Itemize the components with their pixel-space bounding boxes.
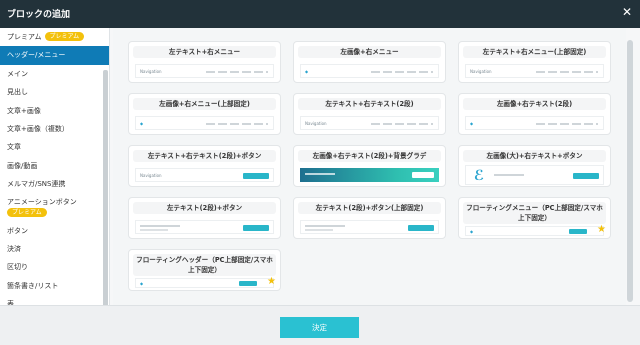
block-card[interactable]: 左画像+右テキスト(2段) ◆ xyxy=(458,93,611,135)
block-title: 左テキスト+右テキスト(2段)+ボタン xyxy=(133,150,276,162)
sidebar-item-main[interactable]: メイン xyxy=(0,65,109,83)
confirm-button[interactable]: 決定 xyxy=(280,317,359,338)
sidebar-item-label: 決済 xyxy=(7,244,21,253)
content-scrollbar[interactable] xyxy=(627,40,633,302)
close-icon[interactable]: ✕ xyxy=(622,5,632,19)
sidebar-item-label: ヘッダー/メニュー xyxy=(7,51,66,60)
sidebar-item-button[interactable]: ボタン xyxy=(0,222,109,240)
block-card[interactable]: 左画像(大)+右テキスト+ボタン ℰ xyxy=(458,145,611,187)
block-preview xyxy=(300,168,439,182)
sidebar-item-label: アニメーションボタン xyxy=(7,197,77,206)
sidebar-item-payment[interactable]: 決済 xyxy=(0,240,109,258)
block-title: 左テキスト+右メニュー(上部固定) xyxy=(463,46,606,58)
premium-star-icon: ★ xyxy=(597,224,606,235)
sidebar-item-divider[interactable]: 区切り xyxy=(0,258,109,276)
premium-star-icon: ★ xyxy=(267,276,276,287)
block-card[interactable]: 左画像+右メニュー(上部固定) ◆ xyxy=(128,93,281,135)
block-title: 左画像+右メニュー(上部固定) xyxy=(133,98,276,110)
sidebar-item-label: 文章 xyxy=(7,143,21,152)
block-preview xyxy=(135,220,274,234)
preview-logo-text: Navigation xyxy=(305,121,327,126)
block-card[interactable]: 左画像+右テキスト(2段)+背景グラデ xyxy=(293,145,446,187)
add-block-dialog: ブロックの追加 ✕ プレミアム プレミアム ヘッダー/メニュー メイン 見出し 文… xyxy=(0,0,640,345)
dialog-titlebar: ブロックの追加 ✕ xyxy=(0,0,640,28)
block-preview xyxy=(300,220,439,234)
block-title: 左画像+右テキスト(2段)+背景グラデ xyxy=(298,150,441,162)
block-title: フローティングメニュー（PC上部固定/スマホ上下固定） xyxy=(463,202,606,224)
sidebar-item-label: プレミアム xyxy=(7,33,42,41)
block-preview: Navigation xyxy=(135,168,274,182)
block-grid: 左テキスト+右メニュー Navigation 左画像+右メニュー ◆ 左テキスト… xyxy=(113,28,626,305)
sidebar-item-table[interactable]: 表 xyxy=(0,295,109,305)
block-card[interactable]: フローティングメニュー（PC上部固定/スマホ上下固定） ◆ ★ xyxy=(458,197,611,239)
block-title: 左テキスト+右メニュー xyxy=(133,46,276,58)
block-preview: Navigation xyxy=(465,64,604,78)
block-preview: ◆ xyxy=(300,64,439,78)
sidebar-item-label: ボタン xyxy=(7,226,28,235)
sidebar-item-label: メイン xyxy=(7,69,28,78)
sidebar-item-list[interactable]: 箇条書き/リスト xyxy=(0,277,109,295)
premium-badge: プレミアム xyxy=(44,32,85,41)
sidebar-item-text-image-multi[interactable]: 文章+画像（複数） xyxy=(0,120,109,138)
block-preview: Navigation xyxy=(300,116,439,130)
block-card[interactable]: 左画像+右メニュー ◆ xyxy=(293,41,446,83)
block-preview: ℰ xyxy=(465,165,604,185)
sidebar-item-image-video[interactable]: 画像/動画 xyxy=(0,157,109,175)
block-card[interactable]: 左テキスト(2段)+ボタン(上部固定) xyxy=(293,197,446,239)
premium-badge: プレミアム xyxy=(7,207,47,217)
sidebar-item-text-image[interactable]: 文章+画像 xyxy=(0,102,109,120)
dialog-footer: 決定 xyxy=(0,305,640,345)
sidebar-item-label: 区切り xyxy=(7,263,28,272)
block-title: 左画像+右テキスト(2段) xyxy=(463,98,606,110)
sidebar-item-heading[interactable]: 見出し xyxy=(0,83,109,101)
sidebar-item-label: 文章+画像（複数） xyxy=(7,124,69,133)
block-card[interactable]: 左テキスト+右メニュー Navigation xyxy=(128,41,281,83)
sidebar-item-premium[interactable]: プレミアム プレミアム xyxy=(0,28,109,46)
sidebar-item-label: 文章+画像 xyxy=(7,106,41,115)
sidebar-item-animation-button[interactable]: アニメーションボタン プレミアム xyxy=(0,194,109,222)
sidebar-item-newsletter-sns[interactable]: メルマガ/SNS連携 xyxy=(0,175,109,193)
block-preview: ◆ xyxy=(465,116,604,130)
block-title: 左画像(大)+右テキスト+ボタン xyxy=(463,150,606,162)
block-title: 左テキスト(2段)+ボタン xyxy=(133,202,276,214)
sidebar-item-text[interactable]: 文章 xyxy=(0,138,109,156)
dialog-title: ブロックの追加 xyxy=(7,10,71,20)
block-card[interactable]: 左テキスト+右メニュー(上部固定) Navigation xyxy=(458,41,611,83)
block-preview: Navigation xyxy=(135,64,274,78)
sidebar-item-label: 箇条書き/リスト xyxy=(7,281,59,290)
block-preview: ◆ xyxy=(465,226,604,236)
sidebar-scrollbar[interactable] xyxy=(103,70,108,305)
sidebar-item-label: 画像/動画 xyxy=(7,161,38,170)
block-preview: ◆ xyxy=(135,116,274,130)
category-sidebar: プレミアム プレミアム ヘッダー/メニュー メイン 見出し 文章+画像 文章+画像… xyxy=(0,28,110,305)
preview-logo-text: Navigation xyxy=(470,69,492,74)
block-title: 左テキスト+右テキスト(2段) xyxy=(298,98,441,110)
block-card[interactable]: 左テキスト(2段)+ボタン xyxy=(128,197,281,239)
block-title: 左画像+右メニュー xyxy=(298,46,441,58)
block-title: フローティングヘッダー（PC上部固定/スマホ上下固定） xyxy=(133,254,276,276)
block-card[interactable]: 左テキスト+右テキスト(2段) Navigation xyxy=(293,93,446,135)
preview-logo-text: Navigation xyxy=(140,69,162,74)
sidebar-item-header-menu[interactable]: ヘッダー/メニュー xyxy=(0,46,109,65)
block-preview: ◆ xyxy=(135,278,274,288)
block-title: 左テキスト(2段)+ボタン(上部固定) xyxy=(298,202,441,214)
sidebar-item-label: メルマガ/SNS連携 xyxy=(7,180,66,189)
preview-logo-text: Navigation xyxy=(140,173,162,178)
block-card[interactable]: 左テキスト+右テキスト(2段)+ボタン Navigation xyxy=(128,145,281,187)
block-card[interactable]: フローティングヘッダー（PC上部固定/スマホ上下固定） ◆ ★ xyxy=(128,249,281,291)
sidebar-item-label: 見出し xyxy=(7,88,28,97)
